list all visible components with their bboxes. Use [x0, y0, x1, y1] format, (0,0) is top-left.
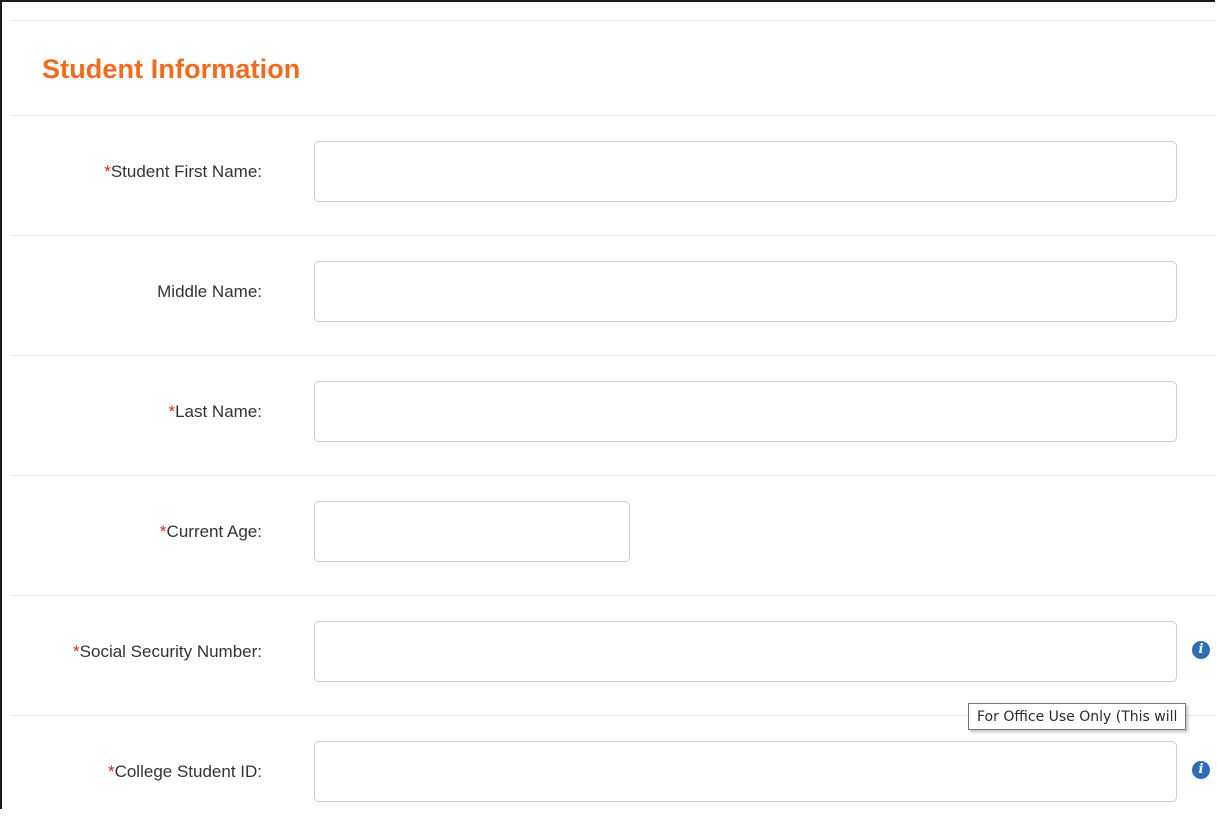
current-age-input[interactable]: [314, 501, 630, 562]
form-row-first-name: *Student First Name:: [12, 115, 1215, 236]
middle-name-label-text: Middle Name:: [157, 282, 262, 301]
info-icon[interactable]: i: [1192, 761, 1210, 779]
college-id-label-text: College Student ID:: [114, 762, 262, 781]
section-title: Student Information: [42, 54, 301, 84]
form-row-middle-name: Middle Name:: [12, 235, 1215, 356]
last-name-label: *Last Name:: [168, 402, 262, 422]
college-id-label: *College Student ID:: [108, 762, 262, 782]
last-name-input[interactable]: [314, 381, 1177, 442]
form-row-ssn: *Social Security Number: i: [12, 595, 1215, 716]
required-marker: *: [159, 522, 167, 541]
form-row-current-age: *Current Age:: [12, 475, 1215, 596]
top-divider: [12, 20, 1215, 21]
current-age-label: *Current Age:: [160, 522, 262, 542]
required-marker: *: [107, 762, 115, 781]
first-name-input[interactable]: [314, 141, 1177, 202]
form-row-college-id: *College Student ID: i: [12, 715, 1215, 836]
first-name-label: *Student First Name:: [104, 162, 262, 182]
ssn-label-text: Social Security Number:: [79, 642, 262, 661]
ssn-input[interactable]: [314, 621, 1177, 682]
required-marker: *: [73, 642, 80, 661]
current-age-label-text: Current Age:: [166, 522, 262, 541]
form-row-last-name: *Last Name:: [12, 355, 1215, 476]
last-name-label-text: Last Name:: [175, 402, 262, 421]
college-id-input[interactable]: [314, 741, 1177, 802]
ssn-label: *Social Security Number:: [73, 642, 262, 662]
form-panel: Student Information *Student First Name:…: [0, 0, 1215, 809]
info-tooltip: For Office Use Only (This will: [968, 703, 1187, 730]
info-icon[interactable]: i: [1192, 641, 1210, 659]
first-name-label-text: Student First Name:: [110, 162, 262, 181]
middle-name-label: Middle Name:: [157, 282, 262, 302]
required-marker: *: [104, 162, 111, 181]
middle-name-input[interactable]: [314, 261, 1177, 322]
